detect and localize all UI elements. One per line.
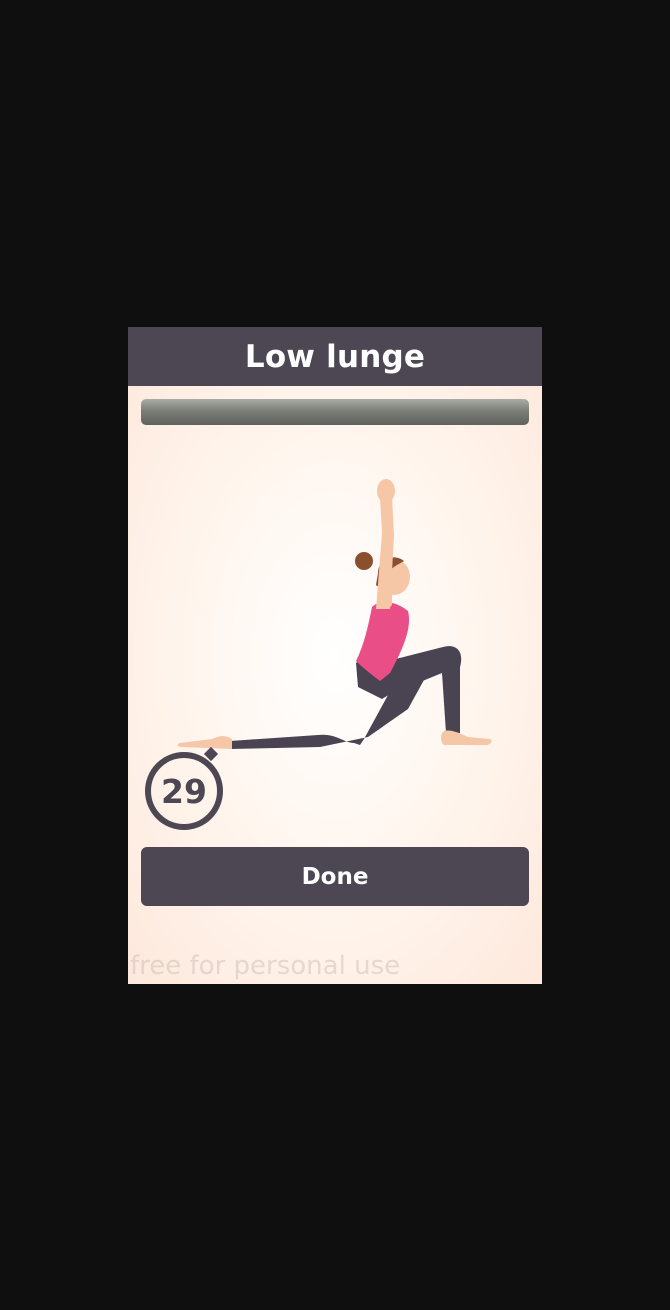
title-bar: Low lunge [128,327,542,386]
watermark-text: free for personal use [130,951,401,981]
exercise-title: Low lunge [244,338,426,375]
timer-seconds: 29 [161,771,207,811]
done-button[interactable]: Done [141,847,529,906]
done-button-label: Done [301,863,369,890]
exercise-progress-bar [141,399,529,425]
exercise-dialog: Low lunge 29 Done free for personal use [128,327,542,984]
hands [377,479,395,503]
hair-bun [355,552,373,570]
front-foot [441,730,492,745]
countdown-timer: 29 [144,745,228,833]
low-lunge-pose-illustration [177,479,492,749]
